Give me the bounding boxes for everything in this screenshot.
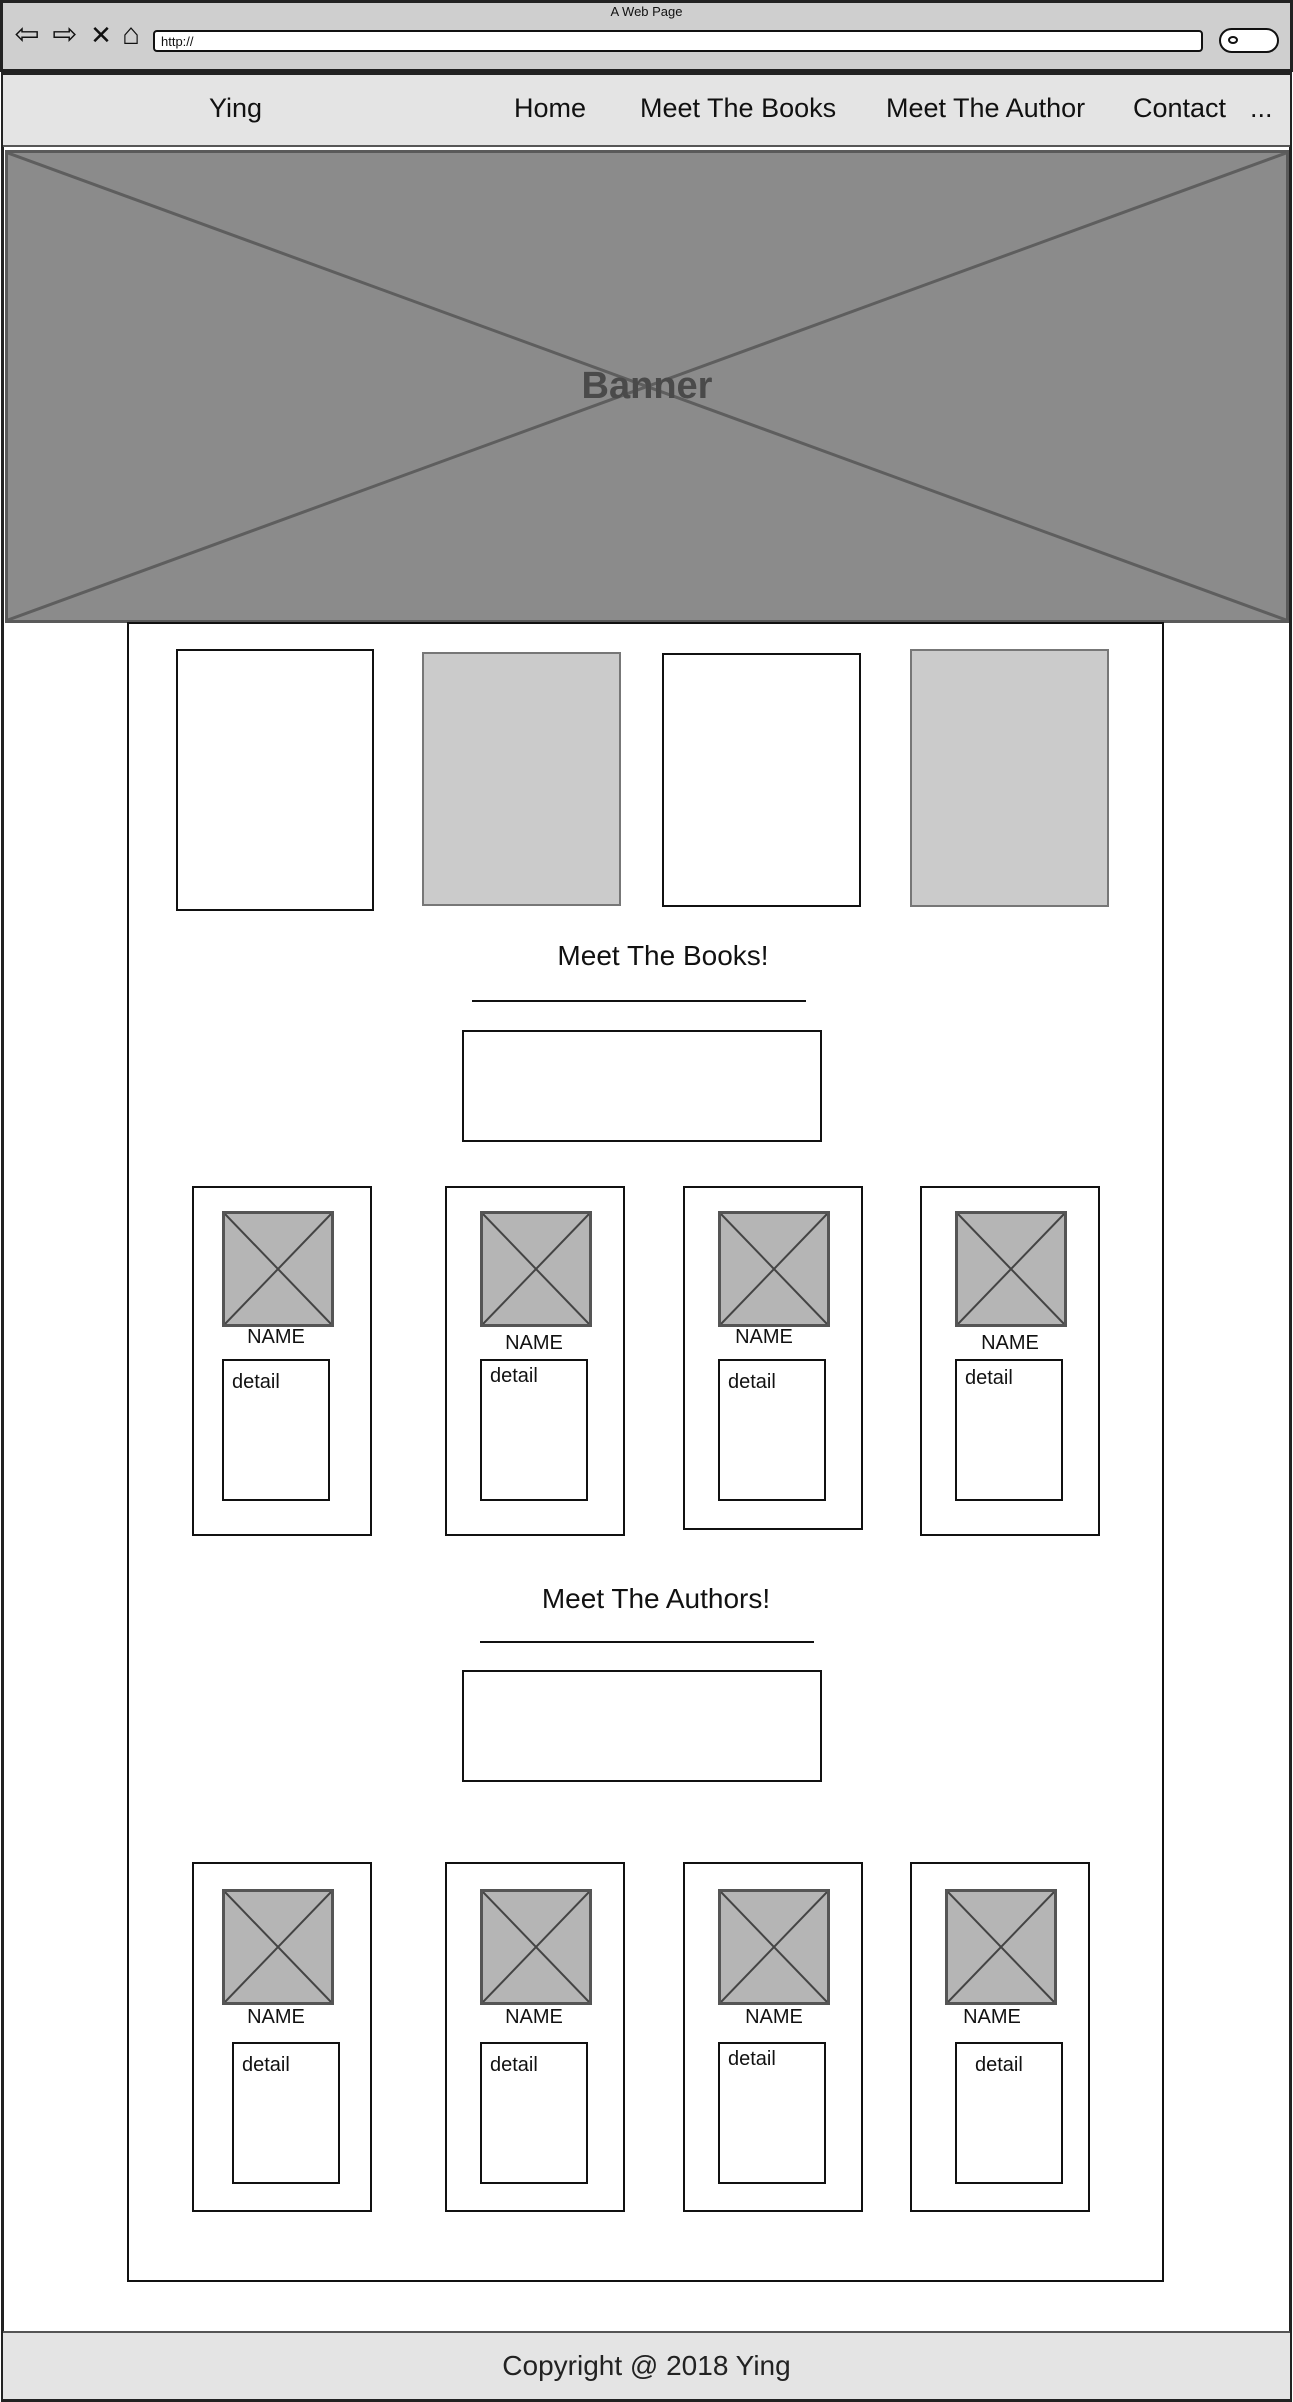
author-name: NAME [505, 2006, 563, 2028]
feature-box[interactable] [422, 652, 621, 906]
feature-box[interactable] [662, 653, 861, 907]
book-detail-box: detail [480, 1359, 588, 1501]
window-title: A Web Page [610, 4, 683, 19]
book-detail-text: detail [232, 1371, 280, 1393]
book-detail-box: detail [955, 1359, 1063, 1501]
book-detail-text: detail [728, 1371, 776, 1393]
author-image [480, 1889, 592, 2005]
banner-image: Banner [5, 150, 1289, 623]
search-icon[interactable] [1219, 28, 1279, 53]
url-input[interactable]: http:// [153, 30, 1203, 52]
back-arrow-icon[interactable]: ⇦ [12, 20, 42, 50]
nav-link-contact[interactable]: Contact [1133, 93, 1226, 124]
nav-link-home[interactable]: Home [514, 93, 586, 124]
placeholder-x-icon [225, 1892, 331, 2002]
placeholder-x-icon [721, 1892, 827, 2002]
book-detail-box: detail [222, 1359, 330, 1501]
author-image [718, 1889, 830, 2005]
book-name: NAME [981, 1332, 1039, 1354]
book-image [222, 1211, 334, 1327]
authors-intro-block [462, 1670, 822, 1782]
book-detail-text: detail [490, 1365, 538, 1387]
placeholder-x-icon [483, 1214, 589, 1324]
book-image [718, 1211, 830, 1327]
author-detail-text: detail [975, 2054, 1023, 2076]
books-intro-block [462, 1030, 822, 1142]
nav-link-meet-the-author[interactable]: Meet The Author [886, 93, 1085, 124]
placeholder-x-icon [948, 1892, 1054, 2002]
book-name: NAME [735, 1326, 793, 1348]
book-image [480, 1211, 592, 1327]
author-detail-text: detail [728, 2048, 776, 2070]
placeholder-x-icon [721, 1214, 827, 1324]
author-detail-text: detail [490, 2054, 538, 2076]
home-icon[interactable]: ⌂ [116, 20, 146, 50]
nav-more[interactable]: ... [1250, 93, 1273, 124]
author-detail-box: detail [718, 2042, 826, 2184]
banner-label: Banner [581, 365, 713, 407]
author-image [945, 1889, 1057, 2005]
feature-box[interactable] [176, 649, 374, 911]
forward-arrow-icon[interactable]: ⇨ [50, 20, 80, 50]
authors-heading: Meet The Authors! [541, 1583, 771, 1614]
section-divider [480, 1641, 814, 1643]
books-heading: Meet The Books! [557, 940, 769, 971]
book-detail-box: detail [718, 1359, 826, 1501]
author-name: NAME [745, 2006, 803, 2028]
author-image [222, 1889, 334, 2005]
author-name: NAME [247, 2006, 305, 2028]
book-name: NAME [505, 1332, 563, 1354]
section-divider [472, 1000, 806, 1002]
author-detail-text: detail [242, 2054, 290, 2076]
placeholder-x-icon [958, 1214, 1064, 1324]
brand-logo[interactable]: Ying [209, 93, 262, 124]
author-name: NAME [963, 2006, 1021, 2028]
book-detail-text: detail [965, 1367, 1013, 1389]
feature-box[interactable] [910, 649, 1109, 907]
placeholder-x-icon [225, 1214, 331, 1324]
close-x-icon[interactable]: ✕ [86, 20, 116, 50]
footer: Copyright @ 2018 Ying [3, 2331, 1290, 2399]
author-detail-box: detail [232, 2042, 340, 2184]
placeholder-x-icon [483, 1892, 589, 2002]
footer-copyright: Copyright @ 2018 Ying [502, 2350, 791, 2381]
author-detail-box: detail [955, 2042, 1063, 2184]
book-image [955, 1211, 1067, 1327]
book-name: NAME [247, 1326, 305, 1348]
nav-link-meet-the-books[interactable]: Meet The Books [640, 93, 836, 124]
author-detail-box: detail [480, 2042, 588, 2184]
